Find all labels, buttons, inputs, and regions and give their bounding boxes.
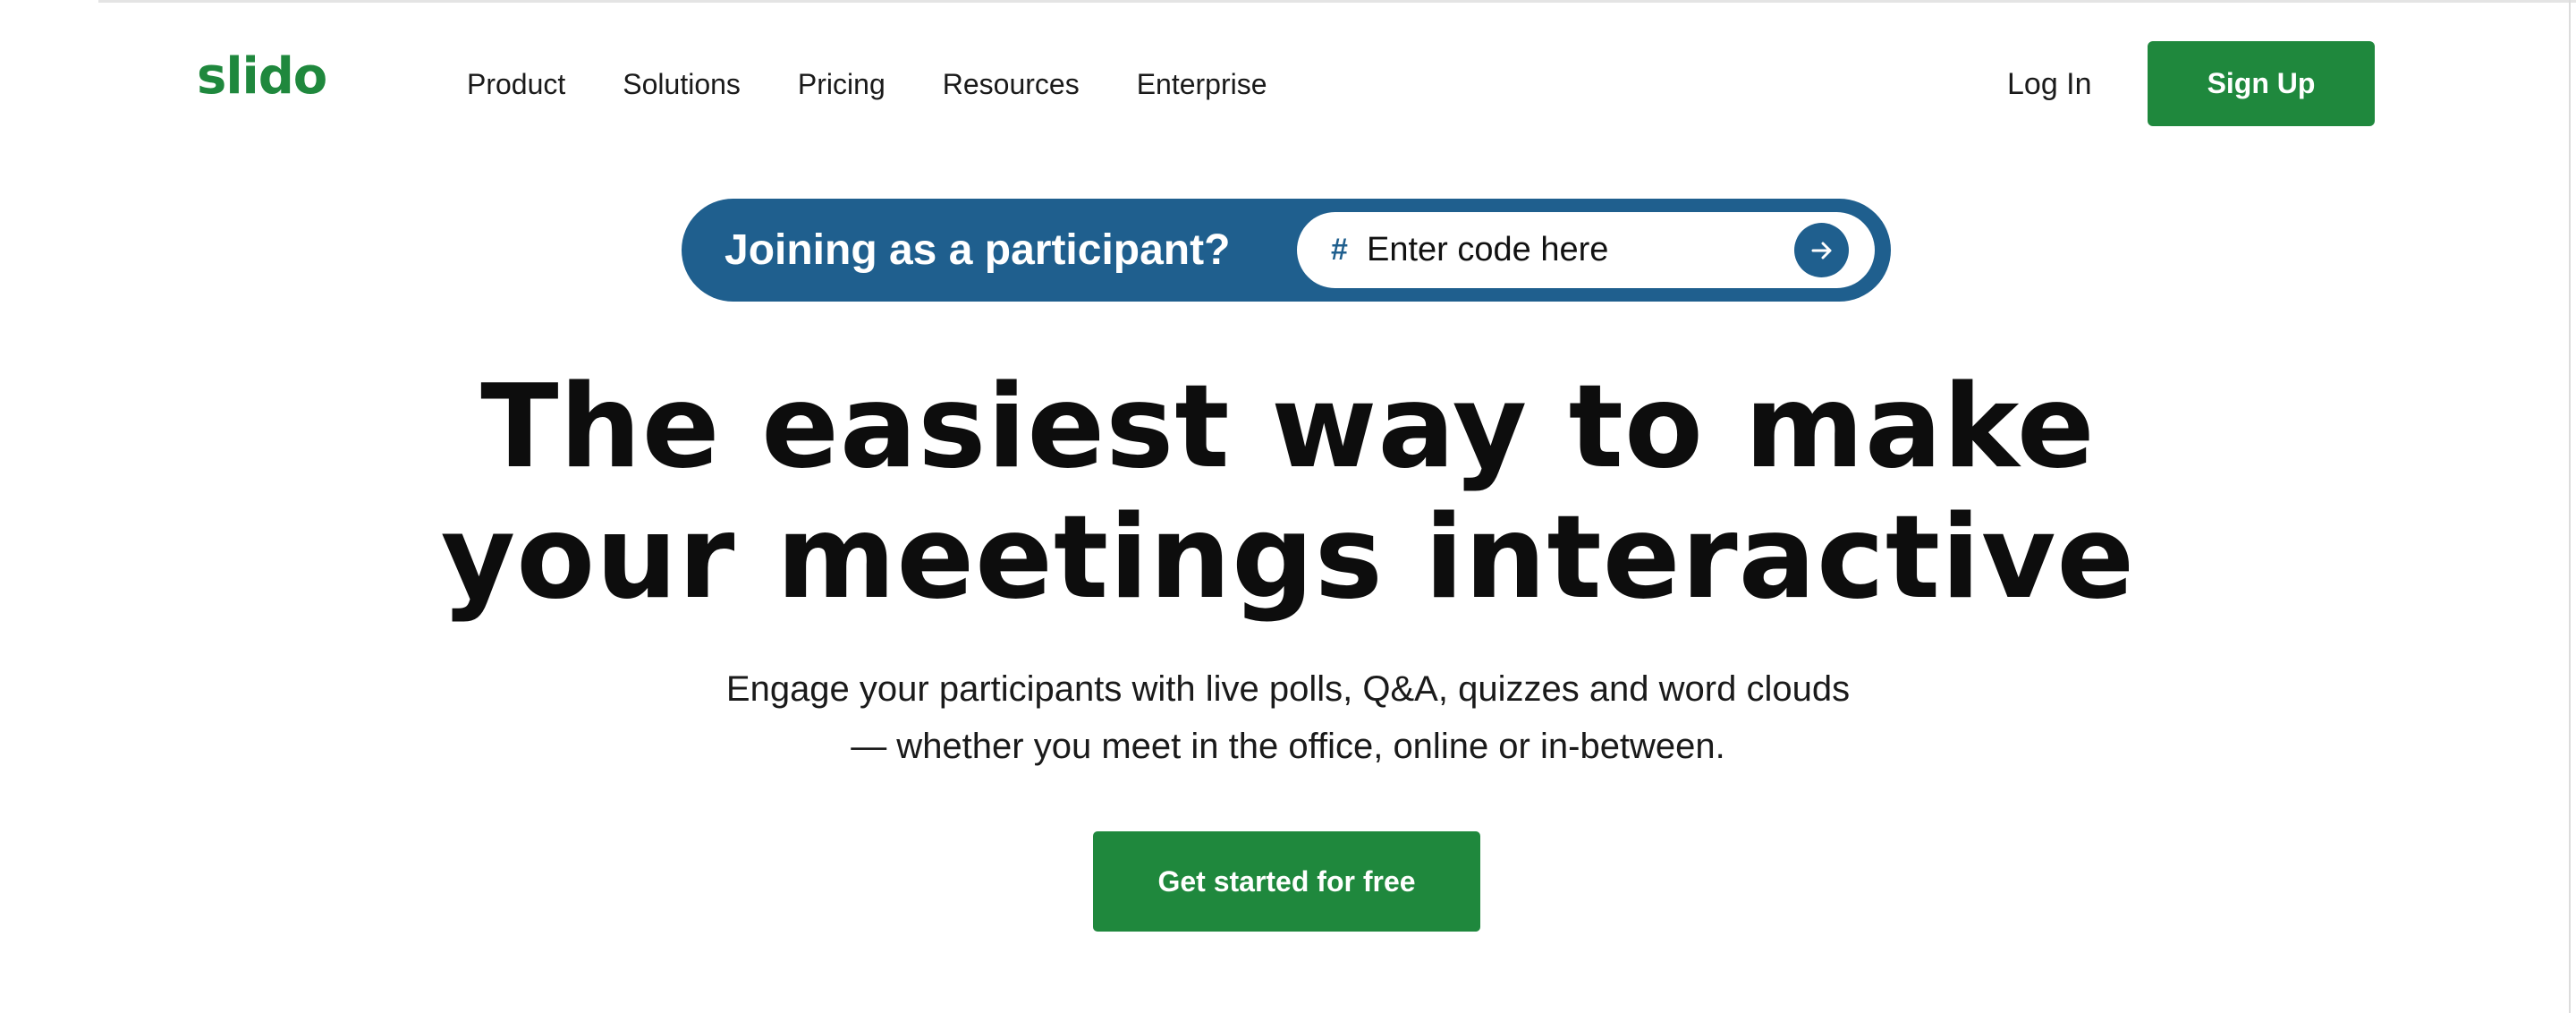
hash-icon: # [1331, 233, 1348, 267]
nav-item-solutions[interactable]: Solutions [623, 64, 741, 104]
participant-join-bar: Joining as a participant? # [682, 199, 1891, 302]
hero-subtitle-line-1: Engage your participants with live polls… [725, 669, 1851, 709]
nav-item-pricing[interactable]: Pricing [798, 64, 886, 104]
event-code-input[interactable] [1367, 223, 1778, 277]
top-divider [98, 0, 2576, 3]
hero-title-line-2: your meetings interactive [440, 491, 2136, 625]
login-link[interactable]: Log In [2007, 64, 2092, 104]
slido-logo[interactable]: slido [197, 52, 327, 102]
nav-item-product[interactable]: Product [467, 64, 565, 104]
nav-item-enterprise[interactable]: Enterprise [1137, 64, 1267, 104]
hero-subtitle: Engage your participants with live polls… [0, 660, 2576, 775]
join-submit-button[interactable] [1794, 223, 1849, 277]
hero-subtitle-line-2: — whether you meet in the office, online… [851, 727, 1725, 766]
event-code-field[interactable]: # [1297, 212, 1875, 288]
get-started-button[interactable]: Get started for free [1093, 831, 1480, 932]
nav-item-resources[interactable]: Resources [943, 64, 1080, 104]
signup-button[interactable]: Sign Up [2148, 41, 2375, 126]
page: slido Product Solutions Pricing Resource… [0, 0, 2576, 1013]
hero-title-line-1: The easiest way to make [480, 361, 2096, 494]
hero-title: The easiest way to make your meetings in… [0, 362, 2576, 624]
main-nav: Product Solutions Pricing Resources Ente… [467, 64, 1267, 104]
arrow-right-icon [1811, 242, 1831, 259]
join-label: Joining as a participant? [724, 226, 1231, 274]
